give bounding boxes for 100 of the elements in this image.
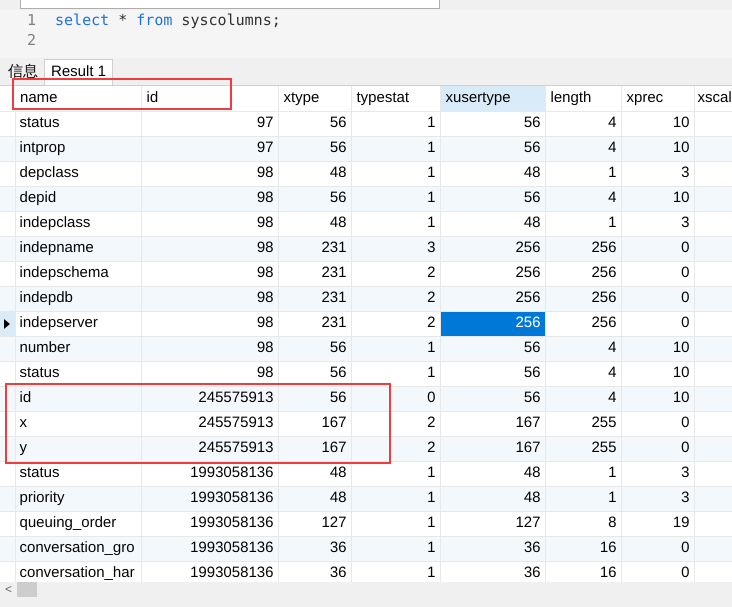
table-cell: 2: [351, 436, 440, 461]
column-header[interactable]: length: [545, 86, 621, 111]
column-header[interactable]: name: [15, 86, 141, 111]
table-cell: 2: [351, 411, 440, 436]
table-cell: 245575913: [141, 386, 278, 411]
table-cell: depclass: [15, 161, 141, 186]
table-cell: 98: [141, 311, 278, 336]
table-cell: 231: [278, 286, 351, 311]
table-cell: 0: [621, 436, 694, 461]
table-cell: 256: [440, 236, 545, 261]
table-cell: 167: [440, 436, 545, 461]
column-header[interactable]: xprec: [621, 86, 694, 111]
table-cell: 56: [440, 111, 545, 136]
table-cell: 256: [545, 286, 621, 311]
table-cell: 10: [621, 361, 694, 386]
table-cell: 256: [545, 236, 621, 261]
table-cell: 3: [621, 461, 694, 486]
table-cell: 56: [440, 361, 545, 386]
table-cell: x: [15, 411, 141, 436]
table-cell: 56: [440, 186, 545, 211]
table-cell: 4: [545, 386, 621, 411]
table-cell: status: [15, 361, 141, 386]
table-cell: 98: [141, 161, 278, 186]
table-cell: 1993058136: [141, 536, 278, 561]
table-cell: 97: [141, 136, 278, 161]
table-cell: 98: [141, 186, 278, 211]
table-cell: 127: [278, 511, 351, 536]
table-cell: 255: [545, 436, 621, 461]
table-cell: 0: [621, 536, 694, 561]
table-cell: 1: [351, 136, 440, 161]
table-cell: 98: [141, 286, 278, 311]
table-cell: 0: [621, 411, 694, 436]
table-cell: 56: [440, 386, 545, 411]
scrollbar-thumb[interactable]: [17, 582, 37, 597]
table-cell: 256: [545, 261, 621, 286]
table-cell: 56: [278, 361, 351, 386]
result-tab[interactable]: Result 1: [44, 59, 114, 85]
table-cell: 48: [278, 486, 351, 511]
table-cell: 167: [440, 411, 545, 436]
table-cell: 10: [621, 136, 694, 161]
table-cell: depid: [15, 186, 141, 211]
column-header[interactable]: xusertype: [440, 86, 545, 111]
table-cell: priority: [15, 486, 141, 511]
table-cell: 1: [545, 211, 621, 236]
table-cell: 56: [278, 336, 351, 361]
table-cell: status: [15, 111, 141, 136]
table-cell: 98: [141, 211, 278, 236]
table-cell: indepserver: [15, 311, 141, 336]
table-cell: 256: [440, 261, 545, 286]
table-cell: 2: [351, 261, 440, 286]
table-cell: 256: [440, 286, 545, 311]
table-cell: 4: [545, 336, 621, 361]
selected-cell[interactable]: 256: [440, 311, 545, 336]
table-cell: 48: [440, 486, 545, 511]
table-cell: 48: [440, 211, 545, 236]
table-cell: 1993058136: [141, 486, 278, 511]
table-cell: 1: [545, 161, 621, 186]
table-cell: 0: [621, 311, 694, 336]
table-cell: id: [15, 386, 141, 411]
table-cell: 10: [621, 111, 694, 136]
table-cell: 98: [141, 336, 278, 361]
table-cell: 2: [351, 311, 440, 336]
table-cell: 48: [440, 161, 545, 186]
table-cell: 4: [545, 361, 621, 386]
table-cell: 4: [545, 186, 621, 211]
table-cell: 1: [351, 511, 440, 536]
table-cell: 48: [440, 461, 545, 486]
table-cell: indepclass: [15, 211, 141, 236]
table-cell: indepschema: [15, 261, 141, 286]
table-cell: 167: [278, 436, 351, 461]
table-cell: 127: [440, 511, 545, 536]
table-cell: 56: [278, 136, 351, 161]
table-cell: 98: [141, 261, 278, 286]
table-cell: 0: [621, 236, 694, 261]
column-header[interactable]: id: [141, 86, 278, 111]
table-cell: 1: [351, 161, 440, 186]
table-cell: 10: [621, 186, 694, 211]
table-cell: 1: [351, 186, 440, 211]
table-cell: 1: [545, 461, 621, 486]
table-cell: 1: [351, 486, 440, 511]
table-cell: indepdb: [15, 286, 141, 311]
table-cell: 3: [351, 236, 440, 261]
scroll-left-button[interactable]: <: [0, 582, 17, 597]
table-cell: 97: [141, 111, 278, 136]
table-cell: 1: [351, 461, 440, 486]
result-tab[interactable]: 信息: [4, 62, 42, 82]
table-cell: 10: [621, 336, 694, 361]
column-header[interactable]: xscal: [694, 86, 732, 111]
table-cell: 0: [351, 386, 440, 411]
column-header[interactable]: typestat: [351, 86, 440, 111]
table-cell: 19: [621, 511, 694, 536]
table-cell: 1993058136: [141, 461, 278, 486]
column-header[interactable]: xtype: [278, 86, 351, 111]
table-cell: number: [15, 336, 141, 361]
table-cell: 48: [278, 211, 351, 236]
line-number: 2: [26, 30, 37, 51]
table-cell: 98: [141, 361, 278, 386]
table-cell: 8: [545, 511, 621, 536]
table-cell: 48: [278, 461, 351, 486]
table-cell: 36: [278, 536, 351, 561]
